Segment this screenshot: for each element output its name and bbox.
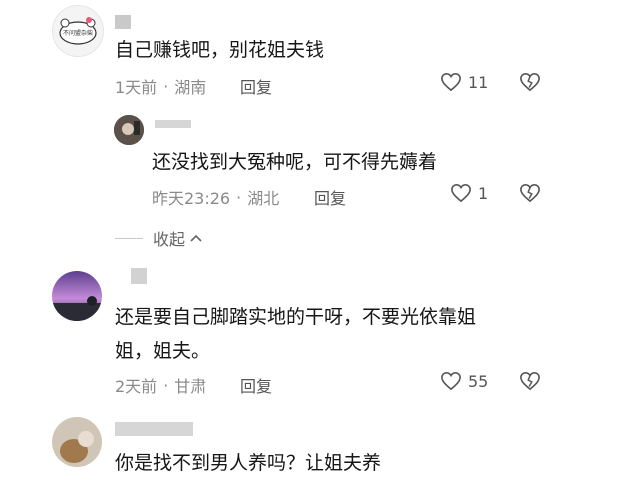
username-redacted[interactable] (131, 268, 147, 284)
username-redacted[interactable] (115, 15, 131, 29)
reply-avatar[interactable] (114, 115, 144, 145)
like-count: 1 (478, 183, 489, 203)
collapse-label: 收起 (153, 230, 186, 249)
comment-text: 你是找不到男人养吗？让姐夫养 (115, 452, 382, 474)
username-redacted[interactable] (115, 422, 193, 436)
divider-line (115, 237, 143, 239)
separator-dot: · (163, 375, 169, 395)
separator-dot: · (236, 187, 242, 207)
photo-avatar-icon (52, 417, 102, 467)
comment-location: 湖北 (247, 189, 280, 208)
avatar-label: 不问盟杂柴 (62, 30, 93, 37)
landscape-avatar-icon (52, 271, 102, 321)
comment-time: 2天前 (115, 377, 158, 396)
avatar[interactable]: 不问盟杂柴 (52, 5, 104, 57)
broken-heart-icon (520, 371, 540, 391)
comment-text-line1: 还是要自己脚踏实地的干呀，不要光依靠姐 (115, 306, 477, 328)
avatar[interactable] (52, 271, 102, 321)
like-count: 55 (468, 371, 489, 391)
avatar[interactable] (52, 417, 102, 467)
separator-dot: · (163, 76, 169, 96)
heart-icon (441, 371, 461, 391)
comment-meta: 1天前 · 湖南 (115, 74, 206, 98)
collapse-replies-button[interactable]: 收起 (115, 226, 203, 250)
comment-text: 还没找到大冤种呢，可不得先薅着 (152, 151, 438, 173)
reply-button[interactable]: 回复 (240, 373, 272, 397)
dislike-button[interactable] (519, 72, 541, 96)
comment-location: 湖南 (174, 78, 207, 97)
like-button[interactable]: 11 (440, 72, 488, 92)
broken-heart-icon (520, 72, 540, 92)
comment-location: 甘肃 (174, 377, 207, 396)
reply-button[interactable]: 回复 (314, 185, 346, 209)
comment-meta: 昨天23:26 · 湖北 (152, 185, 279, 209)
dislike-button[interactable] (519, 371, 541, 395)
chevron-up-icon (190, 234, 202, 242)
comment-time: 昨天23:26 (152, 189, 231, 208)
broken-heart-icon (520, 183, 540, 203)
like-button[interactable]: 55 (440, 371, 488, 391)
photo-avatar-icon (114, 115, 144, 145)
dislike-button[interactable] (519, 183, 541, 207)
like-count: 11 (468, 72, 489, 92)
heart-icon (441, 72, 461, 92)
comment-text: 自己赚钱吧，别花姐夫钱 (115, 39, 325, 61)
comment-text-line2: 姐，姐夫。 (115, 340, 211, 362)
heart-icon (451, 183, 471, 203)
comment-meta: 2天前 · 甘肃 (115, 373, 206, 397)
comment-time: 1天前 (115, 78, 158, 97)
like-button[interactable]: 1 (450, 183, 488, 203)
username-redacted[interactable] (155, 120, 191, 128)
reply-button[interactable]: 回复 (240, 74, 272, 98)
